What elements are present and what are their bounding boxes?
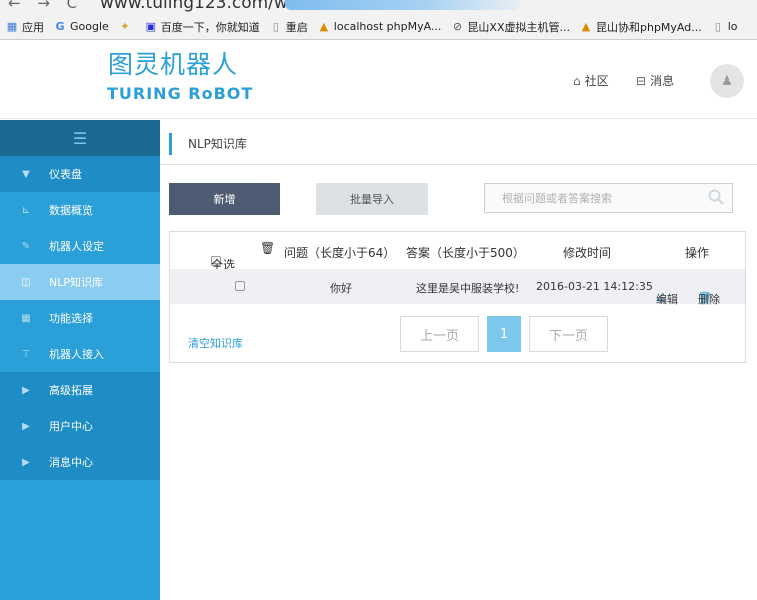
- row-time: 2016-03-21 14:12:35: [536, 280, 653, 293]
- caret-down-icon: ▼: [22, 168, 30, 180]
- table-header: 全选 🗑 问题（长度小于64） 答案（长度小于500） 修改时间 操作: [211, 241, 710, 272]
- current-page[interactable]: 1: [487, 316, 521, 352]
- prev-page-button[interactable]: 上一页: [400, 316, 479, 352]
- clear-knowledge-link[interactable]: 清空知识库: [188, 335, 243, 351]
- caret-right-icon: ▶: [22, 384, 30, 396]
- bookmark-icon: ✦: [120, 19, 130, 33]
- caret-right-icon: ▶: [22, 420, 30, 432]
- apps-icon: ▦: [6, 19, 18, 33]
- sidebar-item-nlp-knowledge[interactable]: ◫ NLP知识库: [0, 264, 160, 300]
- sidebar-item-data-overview[interactable]: ⊾ 数据概览: [0, 192, 160, 228]
- row-answer: 这里是吴中服装学校!: [416, 282, 520, 295]
- column-modified-time: 修改时间: [563, 246, 612, 260]
- breadcrumb: NLP知识库: [169, 133, 247, 155]
- home-icon: ⌂: [573, 73, 581, 88]
- main-content: NLP知识库 新增 批量导入 全选 🗑 问题（长度小于64） 答案（长度小于50…: [160, 120, 757, 600]
- sidebar-item-dashboard[interactable]: ▼ 仪表盘: [0, 156, 160, 192]
- bookmark-phpmyadmin-kunshan[interactable]: ▲ 昆山协和phpMyAd...: [580, 19, 702, 35]
- phpmyadmin-icon: ▲: [581, 19, 591, 33]
- messages-link[interactable]: ⊟ 消息: [636, 72, 674, 89]
- search-box: [484, 183, 733, 213]
- message-icon: ⊟: [636, 73, 647, 88]
- sidebar-item-robot-settings[interactable]: ✎ 机器人设定: [0, 228, 160, 264]
- grid-icon: ▦: [21, 312, 31, 324]
- bookmark-apps[interactable]: ▦ 应用: [6, 19, 44, 35]
- search-icon[interactable]: [708, 189, 724, 205]
- column-question: 问题（长度小于64）: [284, 246, 396, 260]
- bookmark-more[interactable]: ▯ lo: [712, 20, 738, 33]
- bookmark-phpmyadmin-local[interactable]: ▲ localhost phpMyA...: [318, 20, 442, 33]
- server-icon: ⊘: [452, 19, 463, 33]
- google-icon: G: [55, 19, 65, 33]
- logo-english[interactable]: TURING RoBOT: [107, 84, 253, 103]
- bookmark-baidu[interactable]: ▣ 百度一下，你就知道: [145, 19, 260, 35]
- column-actions: 操作: [685, 246, 710, 260]
- sidebar: ☰ ▼ 仪表盘 ⊾ 数据概览 ✎ 机器人设定 ◫ NLP知识库 ▦ 功能选择 ⊤…: [0, 120, 160, 600]
- bookmark-google[interactable]: G Google: [54, 19, 108, 33]
- bookmark-extension[interactable]: ✦: [119, 19, 135, 33]
- back-forward-reload-icons[interactable]: ← → C: [8, 0, 83, 12]
- bulk-import-button[interactable]: 批量导入: [316, 183, 428, 215]
- redacted-url-segment: [285, 0, 520, 10]
- row-checkbox[interactable]: [235, 281, 245, 291]
- sidebar-item-advanced[interactable]: ▶ 高级拓展: [0, 372, 160, 408]
- site-header: 图灵机器人 TURING RoBOT ⌂ 社区 ⊟ 消息 ♟: [0, 41, 757, 119]
- sidebar-item-feature-select[interactable]: ▦ 功能选择: [0, 300, 160, 336]
- bookmark-restart[interactable]: ▯ 重启: [270, 19, 308, 35]
- bookmarks-bar: ▦ 应用 G Google ✦ ▣ 百度一下，你就知道 ▯ 重启 ▲ localhost …: [0, 14, 757, 40]
- menu-toggle[interactable]: ☰: [0, 120, 160, 156]
- wrench-icon: ✎: [21, 240, 31, 252]
- book-icon: ◫: [21, 276, 31, 288]
- user-avatar[interactable]: ♟: [710, 64, 744, 98]
- caret-right-icon: ▶: [22, 456, 30, 468]
- divider: [160, 164, 757, 165]
- new-entry-button[interactable]: 新增: [169, 183, 280, 215]
- sidebar-item-robot-access[interactable]: ⊤ 机器人接入: [0, 336, 160, 372]
- table-row: 你好 这里是吴中服装学校! 2016-03-21 14:12:35 ∠ 编辑 🗑 删…: [170, 269, 745, 306]
- sidebar-item-user-center[interactable]: ▶ 用户中心: [0, 408, 160, 444]
- next-page-button[interactable]: 下一页: [529, 316, 608, 352]
- community-link[interactable]: ⌂ 社区: [573, 72, 609, 89]
- user-icon: ♟: [721, 73, 733, 89]
- phpmyadmin-icon: ▲: [319, 19, 329, 33]
- browser-address-bar[interactable]: ← → C www.tuling123.com/web/kn: [0, 0, 757, 14]
- chart-icon: ⊾: [21, 204, 31, 216]
- baidu-icon: ▣: [145, 19, 156, 33]
- hamburger-icon: ☰: [72, 128, 88, 148]
- row-question: 你好: [330, 282, 352, 295]
- column-answer: 答案（长度小于500）: [406, 246, 525, 260]
- page-icon: ▯: [272, 19, 279, 33]
- bulk-delete-icon[interactable]: 🗑: [260, 241, 275, 255]
- sidebar-item-message-center[interactable]: ▶ 消息中心: [0, 444, 160, 480]
- search-input[interactable]: [485, 184, 695, 212]
- logo-chinese[interactable]: 图灵机器人: [108, 50, 238, 80]
- bookmark-kunshan-host[interactable]: ⊘ 昆山XX虚拟主机管...: [451, 19, 570, 35]
- plug-icon: ⊤: [21, 348, 31, 360]
- page-icon: ▯: [714, 19, 721, 33]
